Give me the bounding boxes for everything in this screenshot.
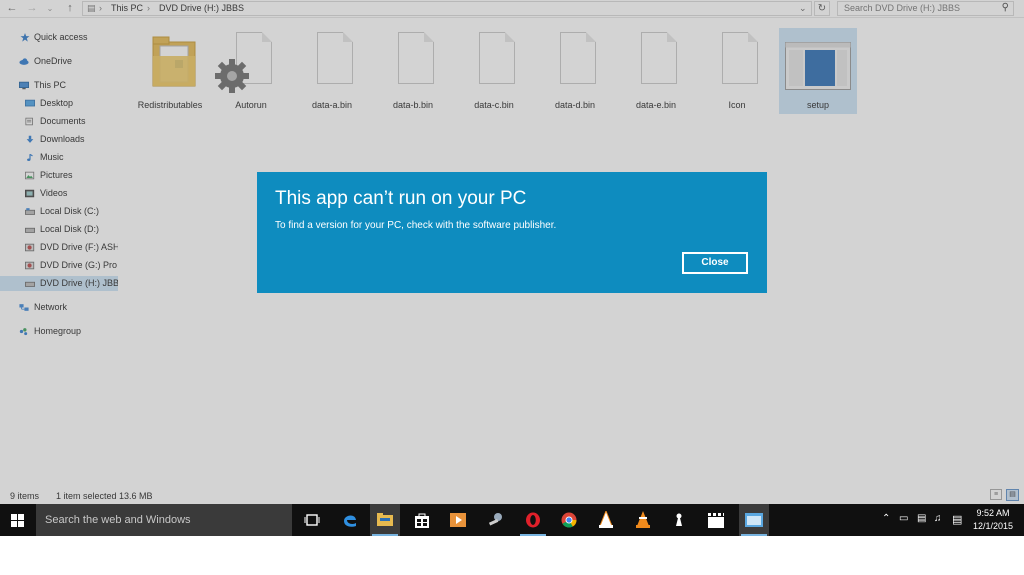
network-tray-icon[interactable]: ▤ [917, 513, 926, 524]
show-hidden-icons-chevron-icon[interactable]: ⌃ [882, 513, 890, 524]
clock-time: 9:52 AM [976, 508, 1010, 518]
folder-icon [377, 513, 393, 526]
taskbar-opera[interactable] [518, 504, 548, 536]
vlc-icon [599, 511, 613, 528]
start-button[interactable] [0, 504, 36, 536]
media-player-icon [450, 513, 466, 527]
taskbar-chess[interactable] [664, 504, 694, 536]
close-button[interactable]: Close [682, 252, 748, 274]
action-center-icon[interactable]: ▤ [952, 513, 962, 526]
taskbar-media-player[interactable] [443, 504, 473, 536]
taskbar-store[interactable] [407, 504, 437, 536]
taskbar-video-editor[interactable] [701, 504, 731, 536]
taskbar: Search the web and Windows ⌃ ▭ ▤ ♫ ▤ 9:5… [0, 504, 1024, 536]
taskbar-edge[interactable] [335, 504, 365, 536]
app-cant-run-dialog: This app can’t run on your PC To find a … [257, 172, 767, 293]
windows-logo-icon [11, 514, 24, 527]
dialog-message: To find a version for your PC, check wit… [275, 220, 557, 231]
edge-icon [344, 515, 356, 527]
tool-icon [488, 513, 502, 526]
task-view-button[interactable] [297, 504, 327, 536]
clapperboard-icon [708, 513, 724, 528]
vlc-icon [636, 511, 650, 528]
taskbar-file-explorer[interactable] [370, 504, 400, 536]
taskbar-search-box[interactable]: Search the web and Windows [36, 504, 292, 536]
opera-icon [526, 512, 540, 528]
clock[interactable]: 9:52 AM 12/1/2015 [968, 507, 1018, 533]
chess-piece-icon [676, 513, 682, 526]
taskbar-vlc-1[interactable] [591, 504, 621, 536]
screen-margin [0, 536, 1024, 575]
taskbar-chrome[interactable] [554, 504, 584, 536]
task-view-icon [304, 514, 320, 526]
taskbar-app-tool[interactable] [481, 504, 511, 536]
chrome-icon [561, 512, 577, 528]
volume-icon[interactable]: ♫ [934, 513, 942, 524]
clock-date: 12/1/2015 [972, 521, 1014, 531]
store-icon [415, 513, 429, 528]
battery-icon[interactable]: ▭ [899, 513, 908, 524]
taskbar-vlc-2[interactable] [628, 504, 658, 536]
dialog-title: This app can’t run on your PC [275, 188, 527, 209]
app-window-icon [745, 513, 763, 527]
taskbar-setup-app[interactable] [739, 504, 769, 536]
